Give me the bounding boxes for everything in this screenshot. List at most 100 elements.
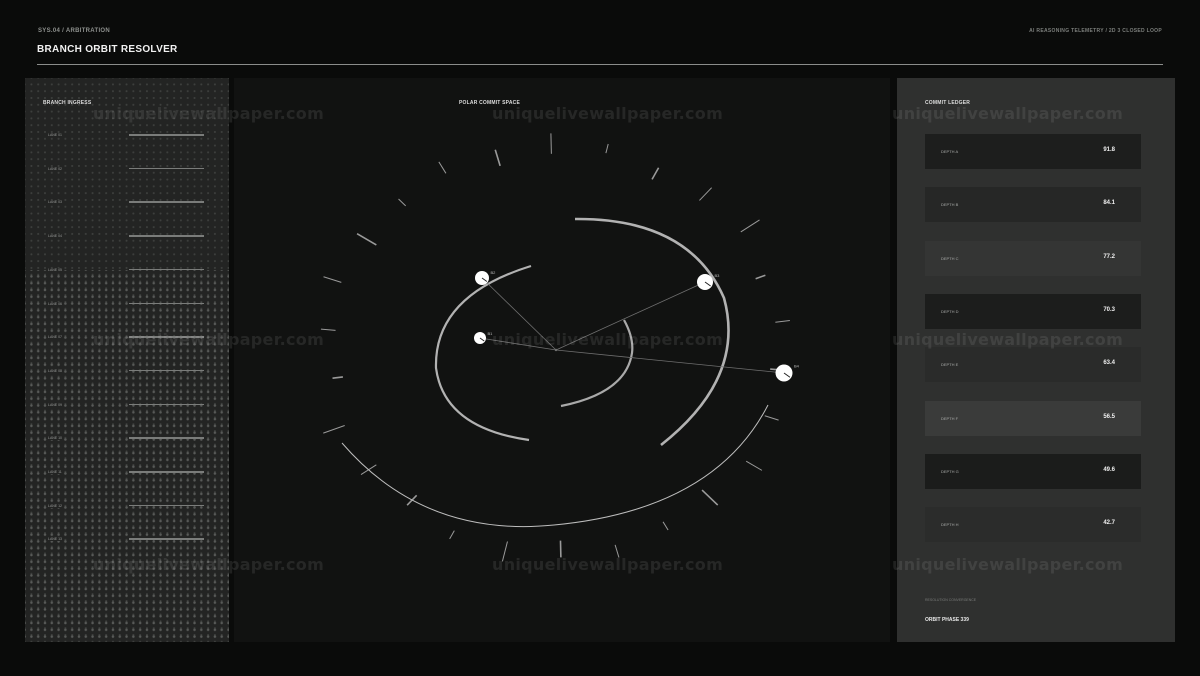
orbit-tick xyxy=(398,198,407,207)
watermark: uniquelivewallpaper.com xyxy=(892,330,1124,349)
ingress-level-bar xyxy=(129,437,204,439)
ingress-row: LANE 10 xyxy=(25,436,229,446)
ledger-row: DEPTH F 56.5 xyxy=(925,400,1141,436)
ledger-row-name: DEPTH E xyxy=(941,362,959,368)
ledger-row-name: DEPTH H xyxy=(941,522,959,528)
ingress-row-label: LANE 12 xyxy=(47,503,64,508)
orbit-tick xyxy=(438,161,447,174)
panel-title: BRANCH INGRESS xyxy=(43,100,92,106)
orbit-tick xyxy=(494,149,501,167)
orbit-tick xyxy=(356,233,377,246)
ingress-row-label: LANE 06 xyxy=(47,301,64,306)
ingress-level-bar xyxy=(129,369,204,372)
breadcrumb: SYS.04 / ARBITRATION xyxy=(38,28,111,34)
orbit-tick xyxy=(651,167,660,180)
dot-grid-highlight xyxy=(25,270,229,642)
watermark: uniquelivewallpaper.com xyxy=(492,330,724,349)
ingress-row-label: LANE 11 xyxy=(47,470,63,474)
branch-node-label: B4 xyxy=(794,364,800,369)
ingress-row: LANE 09 xyxy=(25,402,229,413)
orbit-tick xyxy=(755,274,766,280)
watermark: uniquelivewallpaper.com xyxy=(93,330,325,349)
orbit-arc-left xyxy=(434,264,532,442)
ingress-row: LANE 06 xyxy=(25,301,229,312)
orbit-tick xyxy=(699,187,713,201)
branch-node-label: B3 xyxy=(715,273,721,278)
ledger-row-value: 84.1 xyxy=(1103,200,1115,207)
watermark: uniquelivewallpaper.com xyxy=(93,555,325,574)
ledger-row-value: 77.2 xyxy=(1103,253,1115,260)
ledger-row-name: DEPTH G xyxy=(941,468,959,474)
orbit-tick xyxy=(662,521,669,531)
ledger-row-value: 56.5 xyxy=(1103,413,1115,420)
orbit-tick xyxy=(701,489,719,506)
orbit-tick xyxy=(449,530,455,540)
orbit-tick xyxy=(323,276,342,283)
ingress-level-bar xyxy=(129,134,204,136)
ingress-level-bar xyxy=(129,302,204,304)
ingress-row-label: LANE 01 xyxy=(47,133,64,137)
ledger-row: DEPTH A 91.8 xyxy=(925,134,1141,169)
ledger-row: DEPTH C 77.2 xyxy=(925,240,1141,276)
ingress-level-bar xyxy=(129,403,204,406)
ledger-row-name: DEPTH A xyxy=(941,149,959,154)
watermark: uniquelivewallpaper.com xyxy=(892,104,1124,123)
ledger-row-value: 63.4 xyxy=(1103,360,1115,367)
ingress-row: LANE 13 xyxy=(25,537,229,547)
ledger-row-value: 91.8 xyxy=(1103,147,1115,153)
branch-node-label: B2 xyxy=(491,270,497,275)
ingress-row-label: LANE 04 xyxy=(47,234,64,239)
ingress-row-label: LANE 07 xyxy=(47,335,64,340)
orbit-tick xyxy=(323,425,345,434)
orbit-spoke xyxy=(555,349,785,374)
orbit-tick xyxy=(605,143,609,154)
orbit-arc-outer xyxy=(341,404,769,528)
ingress-level-bar xyxy=(129,268,204,271)
ledger-row-name: DEPTH B xyxy=(941,202,959,208)
ingress-level-bar xyxy=(129,167,204,170)
ingress-row-label: LANE 03 xyxy=(47,200,64,205)
telemetry-label: AI REASONING TELEMETRY / 2D 3 CLOSED LOO… xyxy=(1029,28,1162,34)
orbit-tick xyxy=(775,319,790,323)
page-title: BRANCH ORBIT RESOLVER xyxy=(37,44,178,55)
ingress-row: LANE 02 xyxy=(25,166,229,177)
ingress-level-bar xyxy=(129,471,204,473)
ledger-row-name: DEPTH F xyxy=(941,415,959,421)
ledger-row-name: DEPTH D xyxy=(941,308,959,314)
ingress-row-label: LANE 02 xyxy=(47,166,64,171)
ingress-row: LANE 04 xyxy=(25,234,229,244)
orbit-tick xyxy=(740,219,760,233)
ingress-row-label: LANE 05 xyxy=(47,267,64,272)
ingress-row: LANE 11 xyxy=(25,470,229,480)
ingress-row-label: LANE 08 xyxy=(47,368,64,373)
ingress-row: LANE 08 xyxy=(25,368,229,379)
ingress-row-label: LANE 09 xyxy=(47,402,64,407)
ledger-row-value: 42.7 xyxy=(1103,520,1115,527)
ingress-row-label: LANE 13 xyxy=(47,537,64,542)
ledger-row: DEPTH B 84.1 xyxy=(925,187,1141,223)
ingress-row: LANE 12 xyxy=(25,503,229,514)
watermark: uniquelivewallpaper.com xyxy=(892,555,1124,574)
orbit-phase-label: ORBIT PHASE 339 xyxy=(925,617,969,623)
orbit-tick xyxy=(764,415,779,421)
ingress-row: LANE 05 xyxy=(25,267,229,278)
ledger-row: DEPTH E 63.4 xyxy=(925,347,1141,383)
ingress-row-label: LANE 10 xyxy=(47,436,64,441)
ledger-row: DEPTH G 49.6 xyxy=(925,453,1141,489)
ledger-row: DEPTH D 70.3 xyxy=(925,293,1141,329)
ledger-row-name: DEPTH C xyxy=(941,255,959,261)
watermark: uniquelivewallpaper.com xyxy=(93,104,325,123)
ingress-level-bar xyxy=(129,201,204,203)
orbit-tick xyxy=(745,460,763,471)
watermark: uniquelivewallpaper.com xyxy=(492,104,724,123)
watermark: uniquelivewallpaper.com xyxy=(492,555,724,574)
orbit-tick xyxy=(332,376,344,380)
ingress-row: LANE 03 xyxy=(25,200,229,210)
ingress-level-bar xyxy=(129,235,204,237)
convergence-footnote: RESOLUTION CONVERGENCE xyxy=(925,598,977,602)
ledger-row-value: 70.3 xyxy=(1103,306,1115,313)
header-divider xyxy=(37,64,1163,65)
ingress-level-bar xyxy=(129,538,204,540)
ledger-row: DEPTH H 42.7 xyxy=(925,507,1141,543)
ingress-row: LANE 01 xyxy=(25,133,229,143)
